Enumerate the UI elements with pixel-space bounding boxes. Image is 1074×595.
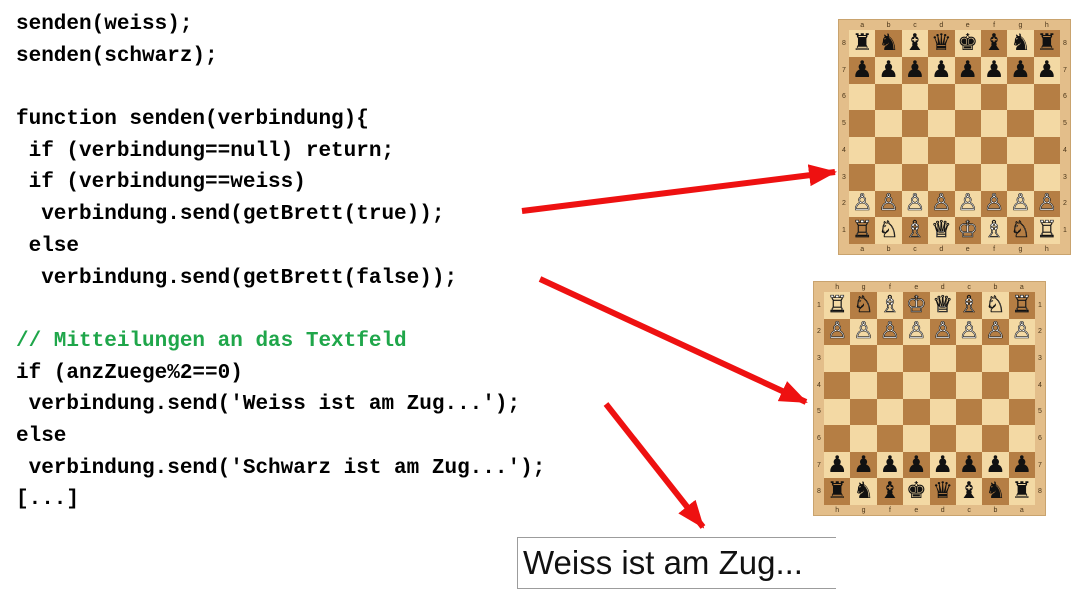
arrow-to-textfield [603, 402, 706, 529]
arrow-to-black-board [538, 276, 808, 405]
status-textfield[interactable]: Weiss ist am Zug... [517, 537, 836, 589]
arrows-layer [521, 164, 837, 529]
arrow-to-white-board [521, 164, 837, 214]
